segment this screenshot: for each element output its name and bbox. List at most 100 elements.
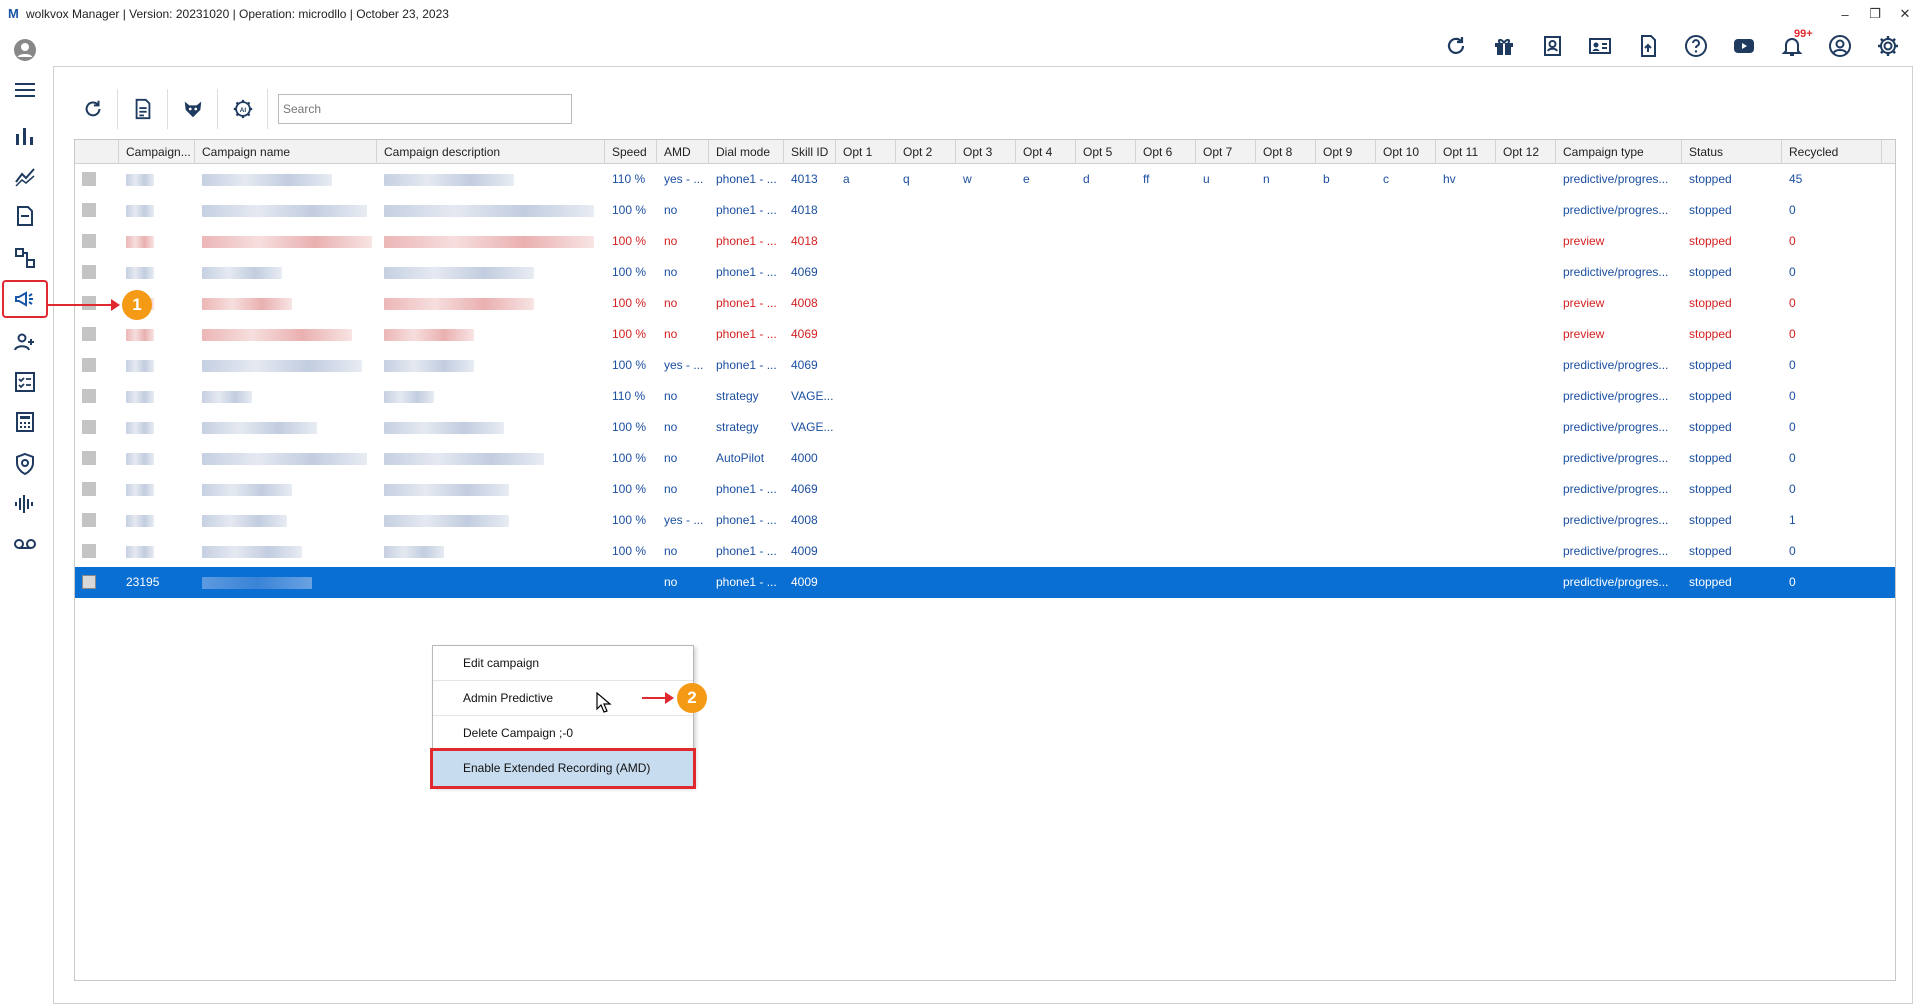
column-header[interactable]: Opt 1	[836, 140, 896, 164]
option-cell	[1436, 567, 1496, 598]
column-header[interactable]: Opt 4	[1016, 140, 1076, 164]
ai-settings-icon[interactable]: AI	[218, 89, 268, 129]
row-checkbox[interactable]	[82, 513, 96, 527]
table-row[interactable]: 100 % no phone1 - ... 4018 predictive/progre…	[75, 195, 1895, 226]
edit-campaign-menu-item[interactable]: Edit campaign	[433, 646, 693, 681]
dashboard-chart-icon[interactable]	[4, 118, 46, 154]
row-checkbox[interactable]	[82, 575, 96, 589]
table-row[interactable]: 100 % no strategy VAGE... predictive/progres…	[75, 412, 1895, 443]
reports-icon[interactable]	[4, 198, 46, 234]
account-icon[interactable]	[1816, 28, 1864, 64]
checklist-icon[interactable]	[4, 364, 46, 400]
column-header[interactable]: Skill ID	[784, 140, 836, 164]
column-header[interactable]: Opt 5	[1076, 140, 1136, 164]
row-checkbox[interactable]	[82, 296, 96, 310]
option-cell: w	[963, 172, 972, 186]
campaign-type-cell: preview	[1563, 296, 1605, 310]
calculator-icon[interactable]	[4, 404, 46, 440]
column-header[interactable]: Opt 3	[956, 140, 1016, 164]
option-cell	[1496, 195, 1556, 226]
row-checkbox[interactable]	[82, 327, 96, 341]
column-header[interactable]: Dial mode	[709, 140, 784, 164]
redacted-text	[202, 390, 252, 403]
option-cell	[1376, 226, 1436, 257]
column-header[interactable]: Opt 6	[1136, 140, 1196, 164]
row-checkbox[interactable]	[82, 265, 96, 279]
row-checkbox[interactable]	[82, 172, 96, 186]
column-header[interactable]: Campaign type	[1556, 140, 1682, 164]
column-header[interactable]: Opt 9	[1316, 140, 1376, 164]
column-header[interactable]: Opt 2	[896, 140, 956, 164]
skill-id-cell: 4069	[791, 358, 818, 372]
agents-group-icon[interactable]	[4, 324, 46, 360]
contacts-book-icon[interactable]	[1528, 28, 1576, 64]
delete-campaign-menu-item[interactable]: Delete Campaign ;-0	[433, 716, 693, 751]
voicemail-icon[interactable]	[4, 526, 46, 562]
row-checkbox[interactable]	[82, 203, 96, 217]
column-header[interactable]: Opt 12	[1496, 140, 1556, 164]
column-header[interactable]	[75, 140, 119, 164]
row-checkbox[interactable]	[82, 451, 96, 465]
refresh-icon[interactable]	[1432, 28, 1480, 64]
column-header[interactable]: Recycled	[1782, 140, 1882, 164]
wolf-assistant-icon[interactable]	[168, 89, 218, 129]
dial-mode-cell: phone1 - ...	[716, 482, 777, 496]
hamburger-menu-icon[interactable]	[4, 72, 46, 108]
option-cell	[956, 381, 1016, 412]
table-row[interactable]: 100 % no AutoPilot 4000 predictive/progres..…	[75, 443, 1895, 474]
campaigns-megaphone-icon[interactable]	[2, 280, 48, 318]
security-shield-icon[interactable]	[4, 446, 46, 482]
column-header[interactable]: Opt 7	[1196, 140, 1256, 164]
help-icon[interactable]	[1672, 28, 1720, 64]
redacted-text	[384, 545, 444, 558]
flow-diagram-icon[interactable]	[4, 240, 46, 276]
table-row[interactable]: 100 % yes - ... phone1 - ... 4069 predictive…	[75, 350, 1895, 381]
column-header[interactable]: AMD	[657, 140, 709, 164]
minimize-icon[interactable]: –	[1830, 0, 1860, 28]
skill-id-cell: 4013	[791, 172, 818, 186]
row-checkbox[interactable]	[82, 420, 96, 434]
row-checkbox[interactable]	[82, 358, 96, 372]
option-cell	[1436, 412, 1496, 443]
search-input[interactable]	[278, 94, 572, 124]
selected-table-row[interactable]: 23195 no phone1 - ... 4009 predictive/progre…	[75, 567, 1895, 598]
row-checkbox[interactable]	[82, 544, 96, 558]
grid-refresh-icon[interactable]	[68, 89, 118, 129]
table-row[interactable]: 100 % no phone1 - ... 4009 predictive/progre…	[75, 536, 1895, 567]
amd-cell: no	[664, 203, 678, 217]
user-avatar-icon[interactable]	[4, 32, 46, 68]
notifications-bell-icon[interactable]: 99+	[1768, 28, 1816, 64]
table-row[interactable]: 100 % no phone1 - ... 4018 preview stopped 0	[75, 226, 1895, 257]
table-row[interactable]: 100 % no phone1 - ... 4008 preview stopped 0	[75, 288, 1895, 319]
video-tutorial-icon[interactable]	[1720, 28, 1768, 64]
file-upload-icon[interactable]	[1624, 28, 1672, 64]
table-row[interactable]: 100 % no phone1 - ... 4069 predictive/progre…	[75, 474, 1895, 505]
row-checkbox[interactable]	[82, 482, 96, 496]
id-card-icon[interactable]	[1576, 28, 1624, 64]
table-row[interactable]: 100 % yes - ... phone1 - ... 4008 predictive…	[75, 505, 1895, 536]
gift-icon[interactable]	[1480, 28, 1528, 64]
column-header[interactable]: Campaign description	[377, 140, 605, 164]
column-header[interactable]: Opt 8	[1256, 140, 1316, 164]
table-row[interactable]: 110 % yes - ... phone1 - ... 4013 a q w e d ff u n b…	[75, 164, 1895, 195]
column-header[interactable]: Speed	[605, 140, 657, 164]
table-row[interactable]: 110 % no strategy VAGE... predictive/progres…	[75, 381, 1895, 412]
table-body: 110 % yes - ... phone1 - ... 4013 a q w e d ff u n b…	[75, 164, 1895, 598]
row-checkbox[interactable]	[82, 389, 96, 403]
settings-gear-icon[interactable]	[1864, 28, 1912, 64]
table-row[interactable]: 100 % no phone1 - ... 4069 predictive/progre…	[75, 257, 1895, 288]
audio-wave-icon[interactable]	[4, 486, 46, 522]
column-header[interactable]: Campaign...	[119, 140, 195, 164]
column-header[interactable]: Status	[1682, 140, 1782, 164]
enable-extended-recording-menu-item[interactable]: Enable Extended Recording (AMD)	[430, 748, 696, 789]
analytics-icon[interactable]	[4, 158, 46, 194]
dial-mode-cell: AutoPilot	[716, 451, 765, 465]
close-icon[interactable]: ✕	[1890, 0, 1920, 28]
column-header[interactable]: Campaign name	[195, 140, 377, 164]
column-header[interactable]: Opt 11	[1436, 140, 1496, 164]
column-header[interactable]: Opt 10	[1376, 140, 1436, 164]
row-checkbox[interactable]	[82, 234, 96, 248]
export-sheet-icon[interactable]	[118, 89, 168, 129]
table-row[interactable]: 100 % no phone1 - ... 4069 preview stopped 0	[75, 319, 1895, 350]
restore-icon[interactable]: ❐	[1860, 0, 1890, 28]
